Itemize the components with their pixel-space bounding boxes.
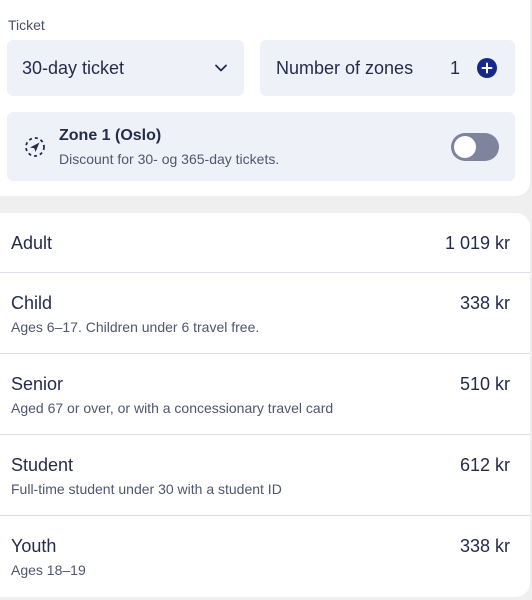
traveller-row-adult[interactable]: Adult 1 019 kr bbox=[0, 213, 530, 273]
traveller-price: 510 kr bbox=[459, 374, 510, 394]
traveller-name: Youth bbox=[11, 536, 57, 556]
zones-counter: Number of zones 1 bbox=[260, 40, 515, 96]
traveller-name: Student bbox=[11, 455, 74, 475]
traveller-price: 338 kr bbox=[459, 293, 510, 313]
ticket-type-select[interactable]: 30-day ticket bbox=[7, 40, 244, 96]
traveller-description: Ages 18–19 bbox=[11, 562, 86, 578]
ticket-options-card: Ticket 30-day ticket Number of zones 1 Z… bbox=[0, 0, 530, 196]
traveller-name: Child bbox=[11, 293, 53, 313]
zone-option: Zone 1 (Oslo) Discount for 30- og 365-da… bbox=[7, 112, 515, 181]
zones-label: Number of zones bbox=[276, 57, 414, 78]
location-arrow-icon bbox=[25, 137, 45, 157]
plus-icon bbox=[481, 62, 493, 74]
zone-title: Zone 1 (Oslo) bbox=[59, 127, 162, 144]
traveller-row-student[interactable]: Student 612 kr Full-time student under 3… bbox=[0, 435, 530, 516]
traveller-description: Full-time student under 30 with a studen… bbox=[11, 481, 282, 497]
traveller-price: 612 kr bbox=[459, 455, 510, 475]
traveller-name: Adult bbox=[11, 233, 53, 253]
traveller-row-child[interactable]: Child 338 kr Ages 6–17. Children under 6… bbox=[0, 273, 530, 354]
traveller-row-senior[interactable]: Senior 510 kr Aged 67 or over, or with a… bbox=[0, 354, 530, 435]
zones-count: 1 bbox=[449, 57, 460, 78]
chevron-down-icon bbox=[215, 64, 227, 72]
traveller-description: Aged 67 or over, or with a concessionary… bbox=[11, 400, 334, 416]
zone-subtitle: Discount for 30- og 365-day tickets. bbox=[59, 151, 280, 167]
ticket-type-value: 30-day ticket bbox=[22, 57, 125, 78]
traveller-price: 338 kr bbox=[459, 536, 510, 556]
zone-discount-toggle[interactable] bbox=[451, 133, 499, 161]
traveller-name: Senior bbox=[11, 374, 64, 394]
traveller-list: Adult 1 019 kr Child 338 kr Ages 6–17. C… bbox=[0, 213, 530, 597]
traveller-price: 1 019 kr bbox=[444, 233, 510, 253]
traveller-description: Ages 6–17. Children under 6 travel free. bbox=[11, 319, 260, 335]
toggle-knob bbox=[454, 136, 476, 158]
add-zone-button[interactable] bbox=[477, 58, 497, 78]
traveller-row-youth[interactable]: Youth 338 kr Ages 18–19 bbox=[0, 516, 530, 597]
ticket-section-label: Ticket bbox=[8, 17, 45, 33]
